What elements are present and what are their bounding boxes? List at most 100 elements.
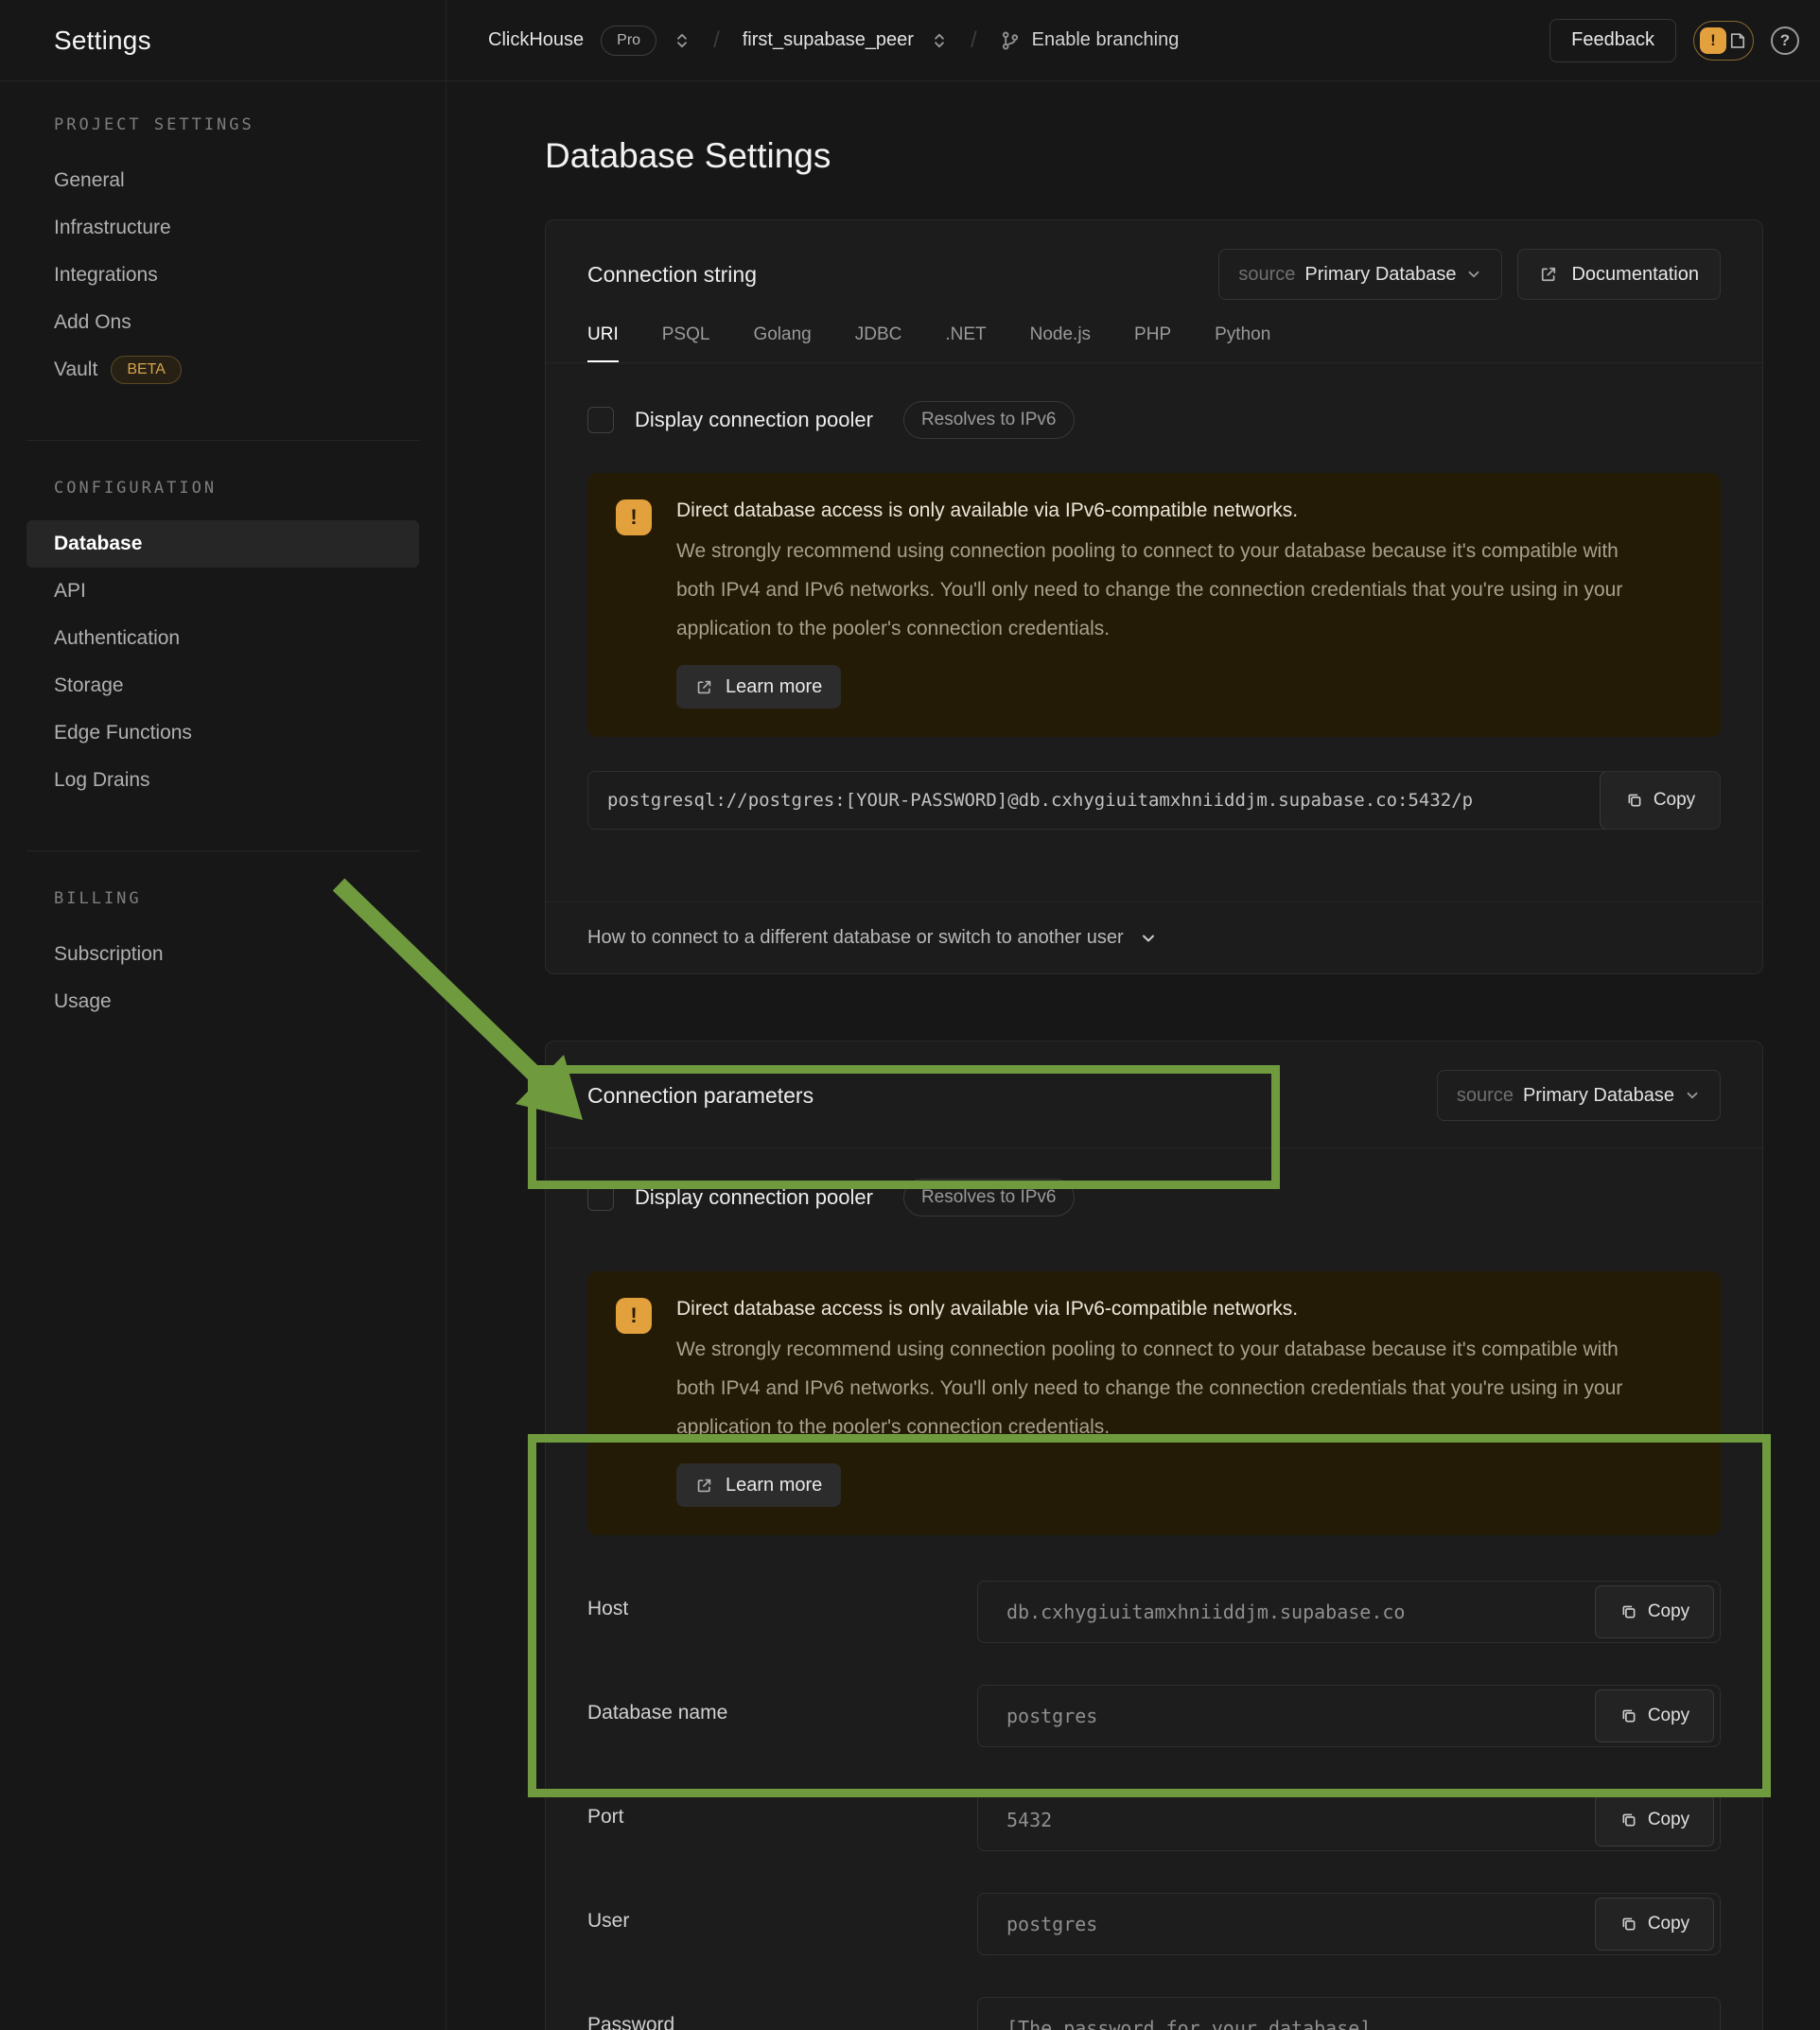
- inbox-doc-icon: [1728, 31, 1747, 50]
- sidebar-item-label: Add Ons: [54, 311, 131, 334]
- sidebar-item-label: General: [54, 169, 125, 192]
- field-label: Host: [587, 1581, 977, 1620]
- warning-content: Direct database access is only available…: [676, 499, 1641, 709]
- sidebar-section-title: PROJECT SETTINGS: [54, 115, 419, 134]
- copy-uri-button[interactable]: Copy: [1600, 771, 1721, 830]
- field-value: 5432: [1006, 1809, 1052, 1831]
- copy-user-button[interactable]: Copy: [1595, 1898, 1714, 1951]
- field-label: Database name: [587, 1685, 977, 1724]
- external-link-icon: [1539, 265, 1558, 284]
- copy-host-button[interactable]: Copy: [1595, 1585, 1714, 1638]
- app-window: Settings ClickHouse Pro / first_supabase…: [0, 0, 1820, 2030]
- tab-uri[interactable]: URI: [587, 324, 619, 362]
- port-field-row: Port 5432 Copy: [587, 1789, 1721, 1851]
- ipv6-warning-panel: ! Direct database access is only availab…: [587, 473, 1721, 737]
- sidebar-item-label: Vault: [54, 359, 97, 381]
- help-button[interactable]: ?: [1771, 26, 1799, 55]
- connection-parameters-card: Connection parameters source Primary Dat…: [545, 1041, 1763, 2030]
- alert-badge-icon: !: [1700, 27, 1726, 54]
- pooler-row: Display connection pooler Resolves to IP…: [587, 401, 1721, 439]
- sidebar-item-label: Storage: [54, 674, 124, 697]
- sidebar-item-integrations[interactable]: Integrations: [26, 252, 419, 299]
- sidebar-item-edge-functions[interactable]: Edge Functions: [26, 709, 419, 757]
- ipv6-warning-panel: ! Direct database access is only availab…: [587, 1271, 1721, 1535]
- learn-more-button[interactable]: Learn more: [676, 665, 841, 709]
- enable-branching-button[interactable]: Enable branching: [1000, 29, 1180, 51]
- project-select-chevrons-icon[interactable]: [931, 32, 948, 49]
- connection-string-header: Connection string source Primary Databas…: [546, 220, 1762, 300]
- chevron-down-icon: [1465, 266, 1482, 283]
- pooler-label: Display connection pooler: [635, 408, 873, 432]
- sidebar-item-label: Authentication: [54, 627, 180, 650]
- main-content: Database Settings Connection string sour…: [446, 81, 1820, 2030]
- tab-nodejs[interactable]: Node.js: [1030, 324, 1091, 362]
- tab-dotnet[interactable]: .NET: [945, 324, 986, 362]
- warning-content: Direct database access is only available…: [676, 1298, 1641, 1507]
- sidebar-item-subscription[interactable]: Subscription: [26, 931, 419, 978]
- source-select-label: source: [1238, 264, 1295, 286]
- pooler-row: Display connection pooler Resolves to IP…: [587, 1179, 1721, 1216]
- connection-uri-field[interactable]: postgresql://postgres:[YOUR-PASSWORD]@db…: [587, 771, 1721, 830]
- sidebar-item-add-ons[interactable]: Add Ons: [26, 299, 419, 346]
- field-value: [The password for your database]: [1006, 2017, 1371, 2030]
- sidebar-item-infrastructure[interactable]: Infrastructure: [26, 204, 419, 252]
- plan-badge: Pro: [601, 26, 656, 56]
- sidebar-item-usage[interactable]: Usage: [26, 978, 419, 1025]
- sidebar-item-label: Edge Functions: [54, 722, 192, 744]
- user-field-row: User postgres Copy: [587, 1893, 1721, 1955]
- password-input[interactable]: [The password for your database]: [977, 1997, 1721, 2030]
- tab-psql[interactable]: PSQL: [662, 324, 710, 362]
- learn-more-button[interactable]: Learn more: [676, 1463, 841, 1507]
- field-label: User: [587, 1893, 977, 1933]
- learn-more-label: Learn more: [726, 1475, 822, 1496]
- user-input[interactable]: postgres Copy: [977, 1893, 1721, 1955]
- feedback-button[interactable]: Feedback: [1549, 19, 1676, 62]
- sidebar-item-api[interactable]: API: [26, 568, 419, 615]
- breadcrumb-project[interactable]: first_supabase_peer: [743, 29, 914, 51]
- copy-port-button[interactable]: Copy: [1595, 1794, 1714, 1846]
- org-select-chevrons-icon[interactable]: [674, 32, 691, 49]
- notifications-button[interactable]: !: [1693, 21, 1754, 61]
- sidebar-item-general[interactable]: General: [26, 157, 419, 204]
- sidebar-item-storage[interactable]: Storage: [26, 662, 419, 709]
- documentation-button[interactable]: Documentation: [1517, 249, 1721, 300]
- copy-icon: [1619, 1706, 1638, 1725]
- connection-parameter-fields: Host db.cxhygiuitamxhniiddjm.supabase.co…: [587, 1581, 1721, 2030]
- sidebar-item-log-drains[interactable]: Log Drains: [26, 757, 419, 804]
- database-name-input[interactable]: postgres Copy: [977, 1685, 1721, 1747]
- sidebar-item-vault[interactable]: Vault BETA: [26, 346, 419, 394]
- tab-php[interactable]: PHP: [1134, 324, 1171, 362]
- connection-string-tabs: URI PSQL Golang JDBC .NET Node.js PHP Py…: [546, 324, 1762, 363]
- tab-jdbc[interactable]: JDBC: [855, 324, 902, 362]
- sidebar-item-label: Database: [54, 533, 142, 555]
- source-select[interactable]: source Primary Database: [1218, 249, 1502, 300]
- sidebar-section-title: CONFIGURATION: [54, 479, 419, 498]
- chevron-down-icon: [1139, 929, 1158, 948]
- settings-header-cell: Settings: [0, 0, 446, 80]
- connect-help-expander[interactable]: How to connect to a different database o…: [546, 901, 1762, 973]
- warning-icon: !: [616, 1298, 652, 1334]
- sidebar-item-label: Subscription: [54, 943, 164, 966]
- display-connection-pooler-checkbox[interactable]: [587, 407, 614, 433]
- port-input[interactable]: 5432 Copy: [977, 1789, 1721, 1851]
- host-input[interactable]: db.cxhygiuitamxhniiddjm.supabase.co Copy: [977, 1581, 1721, 1643]
- sidebar-item-database[interactable]: Database: [26, 520, 419, 568]
- connection-string-body: Display connection pooler Resolves to IP…: [546, 363, 1762, 866]
- copy-database-name-button[interactable]: Copy: [1595, 1689, 1714, 1742]
- tab-golang[interactable]: Golang: [753, 324, 811, 362]
- breadcrumb-org[interactable]: ClickHouse: [488, 29, 584, 51]
- display-connection-pooler-checkbox[interactable]: [587, 1184, 614, 1211]
- connection-uri-value: postgresql://postgres:[YOUR-PASSWORD]@db…: [607, 790, 1473, 811]
- tab-python[interactable]: Python: [1215, 324, 1270, 362]
- warning-title: Direct database access is only available…: [676, 499, 1641, 522]
- source-select[interactable]: source Primary Database: [1437, 1070, 1721, 1121]
- warning-body: We strongly recommend using connection p…: [676, 1330, 1641, 1446]
- breadcrumb-separator: /: [708, 27, 726, 54]
- connection-string-card: Connection string source Primary Databas…: [545, 219, 1763, 974]
- sidebar-item-authentication[interactable]: Authentication: [26, 615, 419, 662]
- field-value: db.cxhygiuitamxhniiddjm.supabase.co: [1006, 1601, 1405, 1623]
- source-select-value: Primary Database: [1523, 1085, 1674, 1107]
- card-title: Connection parameters: [587, 1083, 814, 1109]
- field-label: Password: [587, 1997, 977, 2030]
- copy-label: Copy: [1648, 1914, 1689, 1934]
